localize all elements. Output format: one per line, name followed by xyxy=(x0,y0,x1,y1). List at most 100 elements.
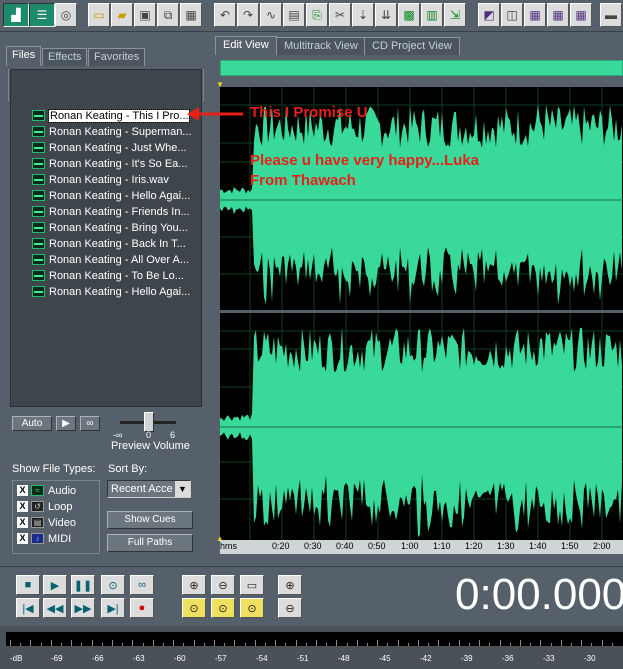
undo-icon[interactable]: ↶ xyxy=(214,3,236,27)
meter-tick xyxy=(265,643,266,646)
sort-by-value: Recent Acce xyxy=(111,483,173,495)
new-file-icon[interactable]: ▭ xyxy=(88,3,110,27)
silence-icon[interactable]: ▥ xyxy=(421,3,443,27)
record-button[interactable]: ● xyxy=(130,598,154,618)
tab-favorites[interactable]: Favorites xyxy=(88,48,146,66)
filter-loop[interactable]: X ↺ Loop xyxy=(17,499,72,514)
mix-paste-icon[interactable]: ⇊ xyxy=(375,3,397,27)
scroll-icon[interactable]: ▬ xyxy=(600,3,622,27)
loop-button[interactable]: ∞ xyxy=(130,575,154,595)
file-list-item[interactable]: Ronan Keating - Bring You... xyxy=(32,220,194,235)
loop-preview-button[interactable]: ∞ xyxy=(80,416,100,431)
tab-cd-project-view[interactable]: CD Project View xyxy=(364,37,460,55)
meter-tick xyxy=(163,643,164,646)
zoom-left-icon[interactable]: ⊙ xyxy=(182,598,206,618)
meter-tick xyxy=(550,643,552,646)
zoom-right-icon[interactable]: ⊙ xyxy=(211,598,235,618)
file-name: Ronan Keating - Superman... xyxy=(49,125,192,138)
stop-button[interactable]: ■ xyxy=(16,575,40,595)
checkbox-midi[interactable]: X xyxy=(17,533,28,544)
file-list-item[interactable]: Ronan Keating - Superman... xyxy=(32,124,194,139)
mute-icon[interactable]: ⇲ xyxy=(444,3,466,27)
grid-icon[interactable]: ▦ xyxy=(524,3,546,27)
meter-tick xyxy=(407,643,409,646)
copy-icon[interactable]: ⎘ xyxy=(306,3,328,27)
file-name: Ronan Keating - Hello Agai... xyxy=(49,189,191,202)
full-paths-button[interactable]: Full Paths xyxy=(107,534,193,552)
checkbox-audio[interactable]: X xyxy=(17,485,28,496)
volume-slider-thumb[interactable] xyxy=(144,412,154,432)
meter-tick xyxy=(469,643,470,646)
pause-button[interactable]: ❚❚ xyxy=(71,575,95,595)
filter-video[interactable]: X ▤ Video xyxy=(17,515,76,530)
file-list-item[interactable]: Ronan Keating - This I Pro... xyxy=(32,108,194,123)
save-icon[interactable]: ▣ xyxy=(134,3,156,27)
file-list-item[interactable]: Ronan Keating - Hello Agai... xyxy=(32,284,194,299)
redo-icon[interactable]: ↷ xyxy=(237,3,259,27)
file-list-item[interactable]: Ronan Keating - All Over A... xyxy=(32,252,194,267)
repeat-icon[interactable]: ∿ xyxy=(260,3,282,27)
snap-icon[interactable]: ◫ xyxy=(501,3,523,27)
show-cues-button[interactable]: Show Cues xyxy=(107,511,193,529)
open-folder-icon[interactable]: ▰ xyxy=(111,3,133,27)
grid-2-icon[interactable]: ▦ xyxy=(547,3,569,27)
file-list-item[interactable]: Ronan Keating - Friends In... xyxy=(32,204,194,219)
file-list-item[interactable]: Ronan Keating - It's So Ea... xyxy=(32,156,194,171)
play-to-end-button[interactable]: ⊙ xyxy=(101,575,125,595)
meter-scale-label: -60 xyxy=(174,654,186,663)
meter-tick xyxy=(152,640,154,646)
zoom-out-v-icon[interactable]: ⊖ xyxy=(278,598,302,618)
meter-tick xyxy=(101,643,103,646)
zoom-in-v-icon[interactable]: ⊕ xyxy=(278,575,302,595)
volume-tick-zero: 0 xyxy=(146,430,152,440)
meter-tick xyxy=(336,640,338,646)
fast-forward-button[interactable]: ▶▶ xyxy=(71,598,95,618)
zoom-in-h-icon[interactable]: ⊕ xyxy=(182,575,206,595)
file-list-item[interactable]: Ronan Keating - Hello Agai... xyxy=(32,188,194,203)
zoom-full-icon[interactable]: ▭ xyxy=(240,575,264,595)
spectral-view-icon[interactable]: ◩ xyxy=(478,3,500,27)
meter-scale-label: -42 xyxy=(420,654,432,663)
grid-3-icon[interactable]: ▦ xyxy=(570,3,592,27)
go-to-start-button[interactable]: |◀ xyxy=(16,598,40,618)
filter-audio[interactable]: X ≈ Audio xyxy=(17,483,76,498)
chevron-down-icon[interactable]: ▼ xyxy=(175,481,190,497)
meter-tick xyxy=(428,643,430,646)
meter-scale-label: -54 xyxy=(256,654,268,663)
waveform-overview[interactable] xyxy=(220,60,623,76)
file-list-item[interactable]: Ronan Keating - To Be Lo... xyxy=(32,268,194,283)
zoom-out-h-icon[interactable]: ⊖ xyxy=(211,575,235,595)
sort-by-select[interactable]: Recent Acce ▼ xyxy=(107,480,191,498)
play-preview-button[interactable]: ▶ xyxy=(56,416,76,431)
meter-scale-label: -33 xyxy=(543,654,555,663)
trim-icon[interactable]: ▩ xyxy=(398,3,420,27)
filter-midi[interactable]: X ♪ MIDI xyxy=(17,531,71,546)
rewind-button[interactable]: ◀◀ xyxy=(43,598,67,618)
meter-tick xyxy=(122,643,124,646)
play-button[interactable]: ▶ xyxy=(43,575,67,595)
copy-new-icon[interactable]: ▤ xyxy=(283,3,305,27)
go-to-end-button[interactable]: ▶| xyxy=(101,598,125,618)
auto-play-button[interactable]: Auto xyxy=(12,416,52,431)
cd-view-icon[interactable]: ◎ xyxy=(55,3,77,27)
file-list-item[interactable]: Ronan Keating - Iris.wav xyxy=(32,172,194,187)
file-list-item[interactable]: Ronan Keating - Just Whe... xyxy=(32,140,194,155)
meter-tick xyxy=(581,640,583,646)
meter-tick xyxy=(71,640,73,646)
tab-effects[interactable]: Effects xyxy=(42,48,88,66)
file-list-item[interactable]: Ronan Keating - Back In T... xyxy=(32,236,194,251)
paste-icon[interactable]: ⇣ xyxy=(352,3,374,27)
tab-files[interactable]: Files xyxy=(6,46,42,66)
cut-icon[interactable]: ✂ xyxy=(329,3,351,27)
multitrack-view-icon[interactable]: ☰ xyxy=(29,3,55,27)
waveform-view-icon[interactable]: ▟ xyxy=(3,3,29,27)
save-all-icon[interactable]: ⧉ xyxy=(157,3,179,27)
checkbox-video[interactable]: X xyxy=(17,517,28,528)
tab-edit-view[interactable]: Edit View xyxy=(215,36,277,55)
checkbox-loop[interactable]: X xyxy=(17,501,28,512)
meter-tick xyxy=(520,640,521,646)
meter-tick xyxy=(530,643,532,646)
close-file-icon[interactable]: ▦ xyxy=(180,3,202,27)
tab-multitrack-view[interactable]: Multitrack View xyxy=(276,37,366,55)
zoom-selection-icon[interactable]: ⊙ xyxy=(240,598,264,618)
